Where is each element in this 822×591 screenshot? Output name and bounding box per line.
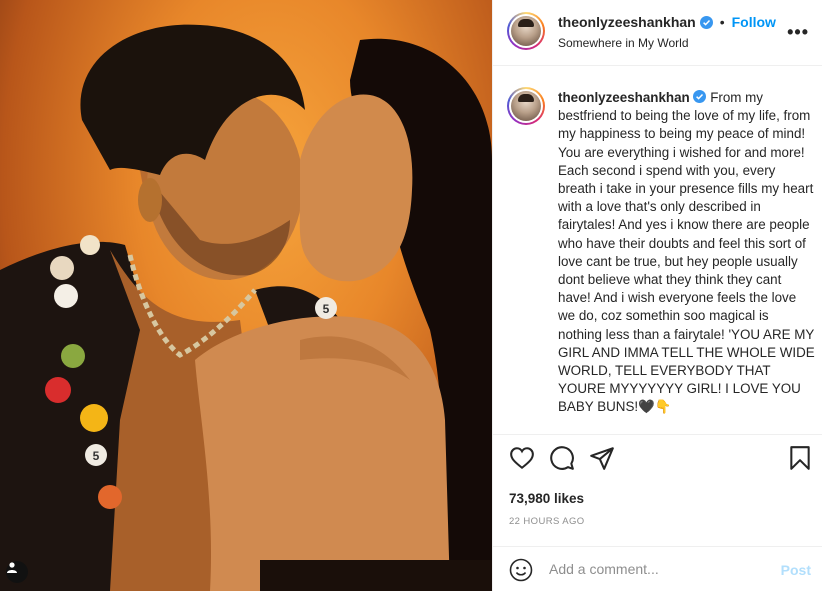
heart-icon[interactable] (509, 445, 535, 471)
author-username[interactable]: theonlyzeeshankhan (558, 14, 696, 30)
more-options-button[interactable]: ••• (787, 22, 809, 43)
comment-input[interactable] (549, 558, 769, 580)
user-icon (7, 562, 17, 573)
bookmark-icon[interactable] (789, 445, 811, 471)
post-timestamp[interactable]: 22 HOURS AGO (509, 516, 585, 527)
smiley-icon[interactable] (509, 558, 533, 582)
post-location[interactable]: Somewhere in My World (558, 36, 689, 50)
post-photo[interactable]: 5 5 (0, 0, 492, 591)
verified-badge-icon (699, 15, 713, 29)
likes-count[interactable]: 73,980 likes (509, 491, 584, 506)
paper-plane-icon[interactable] (589, 445, 615, 471)
follow-button[interactable]: Follow (732, 14, 776, 30)
post-header: theonlyzeeshankhan • Follow Somewhere in… (493, 0, 822, 66)
svg-text:5: 5 (93, 449, 100, 463)
caption-area: theonlyzeeshankhan From my bestfriend to… (493, 67, 822, 435)
comment-bar: Post (493, 546, 822, 591)
caption-author-avatar[interactable] (507, 87, 545, 125)
caption-username[interactable]: theonlyzeeshankhan (558, 90, 690, 105)
tagged-users-button[interactable] (6, 561, 28, 583)
action-bar (493, 445, 822, 479)
author-name-row: theonlyzeeshankhan • Follow (558, 14, 776, 30)
svg-text:5: 5 (323, 302, 330, 316)
author-avatar[interactable] (507, 12, 545, 50)
post-details-panel: theonlyzeeshankhan • Follow Somewhere in… (492, 0, 822, 591)
photo-illustration: 5 5 (0, 24, 492, 591)
verified-badge-icon (693, 90, 707, 103)
post-caption: theonlyzeeshankhan From my bestfriend to… (558, 89, 816, 417)
comment-icon[interactable] (549, 445, 575, 471)
post-comment-button[interactable]: Post (781, 562, 811, 578)
caption-text: From my bestfriend to being the love of … (558, 90, 815, 415)
avatar-image (511, 91, 541, 121)
avatar-image (511, 16, 541, 46)
separator-dot: • (719, 14, 725, 30)
